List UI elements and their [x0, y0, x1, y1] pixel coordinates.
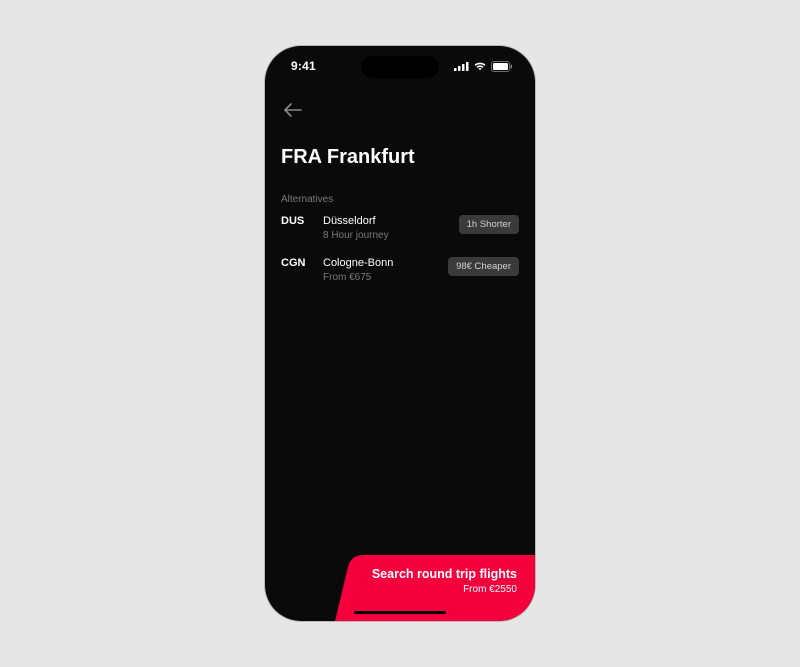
alternatives-section: Alternatives DUS Düsseldorf 8 Hour journ…	[281, 194, 519, 299]
cellular-icon	[454, 61, 469, 71]
dynamic-island	[361, 56, 439, 78]
airport-subline: From €675	[323, 272, 393, 283]
alternatives-label: Alternatives	[281, 194, 519, 205]
alternative-info: DUS Düsseldorf 8 Hour journey	[281, 215, 389, 241]
status-indicators	[454, 61, 513, 72]
alternative-info: CGN Cologne-Bonn From €675	[281, 257, 393, 283]
wifi-icon	[473, 61, 487, 71]
airport-code: DUS	[281, 215, 309, 241]
battery-icon	[491, 61, 513, 72]
advantage-badge: 1h Shorter	[459, 215, 519, 234]
cta-subline: From €2550	[372, 584, 517, 595]
back-button[interactable]	[281, 98, 305, 122]
home-indicator[interactable]	[354, 611, 446, 615]
airport-name: Cologne-Bonn	[323, 257, 393, 269]
cta-title: Search round trip flights	[372, 567, 517, 581]
airport-name: Düsseldorf	[323, 215, 389, 227]
status-time: 9:41	[291, 59, 316, 73]
airport-code: CGN	[281, 257, 309, 283]
alternative-row[interactable]: CGN Cologne-Bonn From €675 98€ Cheaper	[281, 257, 519, 283]
page-title: FRA Frankfurt	[281, 146, 415, 169]
alternative-row[interactable]: DUS Düsseldorf 8 Hour journey 1h Shorter	[281, 215, 519, 241]
arrow-left-icon	[284, 103, 302, 117]
phone-frame: 9:41	[265, 46, 535, 621]
advantage-badge: 98€ Cheaper	[448, 257, 519, 276]
search-flights-button[interactable]: Search round trip flights From €2550	[372, 567, 517, 595]
airport-subline: 8 Hour journey	[323, 230, 389, 241]
